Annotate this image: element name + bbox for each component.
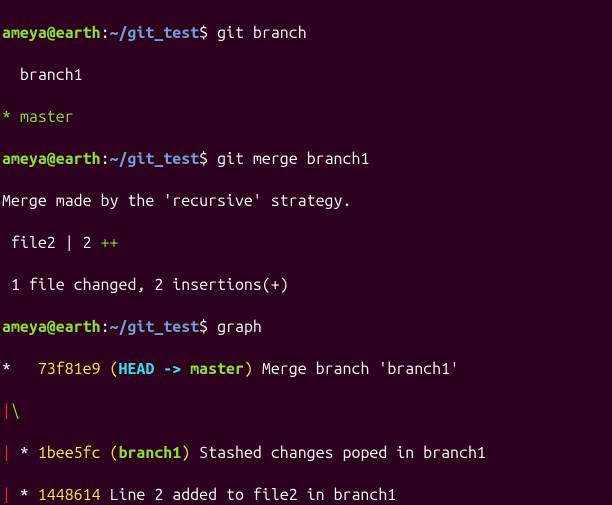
prompt-user: ameya@earth (2, 150, 101, 168)
command-git-merge: git merge branch1 (217, 150, 369, 168)
commit-hash: 1bee5fc (38, 444, 101, 462)
head-ref: HEAD -> (119, 360, 191, 378)
prompt-line-1: ameya@earth:~/git_test$ git branch (2, 23, 612, 44)
prompt-line-2: ameya@earth:~/git_test$ git merge branch… (2, 149, 612, 170)
commit-hash: 1448614 (38, 486, 101, 504)
commit-hash: 73f81e9 (38, 360, 101, 378)
merge-summary: 1 file changed, 2 insertions(+) (2, 275, 612, 296)
diff-plus: ++ (101, 234, 119, 252)
prompt-path: ~/git_test (110, 24, 200, 42)
prompt-dollar: $ (199, 150, 208, 168)
prompt-path: ~/git_test (110, 318, 200, 336)
command-git-branch: git branch (217, 24, 307, 42)
branch-ref: master (190, 360, 244, 378)
commit-msg: Stashed changes poped in branch1 (190, 444, 486, 462)
prompt-dollar: $ (199, 318, 208, 336)
merge-diffstat: file2 | 2 ++ (2, 233, 612, 254)
graph-line: | * 1bee5fc (branch1) Stashed changes po… (2, 443, 612, 464)
graph-line: |\ (2, 401, 612, 422)
branch-list-item: branch1 (2, 65, 612, 86)
prompt-colon: : (101, 150, 110, 168)
prompt-user: ameya@earth (2, 318, 101, 336)
commit-msg: Merge branch 'branch1' (253, 360, 459, 378)
prompt-dollar: $ (199, 24, 208, 42)
prompt-user: ameya@earth (2, 24, 101, 42)
graph-line: | * 1448614 Line 2 added to file2 in bra… (2, 485, 612, 505)
branch-list-current: * master (2, 107, 612, 128)
command-graph: graph (217, 318, 262, 336)
prompt-colon: : (101, 24, 110, 42)
terminal[interactable]: ameya@earth:~/git_test$ git branch branc… (0, 0, 612, 505)
commit-msg: Line 2 added to file2 in branch1 (101, 486, 397, 504)
prompt-line-3: ameya@earth:~/git_test$ graph (2, 317, 612, 338)
branch-name: master (20, 108, 74, 126)
prompt-path: ~/git_test (110, 150, 200, 168)
graph-line: * 73f81e9 (HEAD -> master) Merge branch … (2, 359, 612, 380)
prompt-colon: : (101, 318, 110, 336)
branch-ref: branch1 (119, 444, 182, 462)
merge-output: Merge made by the 'recursive' strategy. (2, 191, 612, 212)
branch-star: * (2, 108, 20, 126)
